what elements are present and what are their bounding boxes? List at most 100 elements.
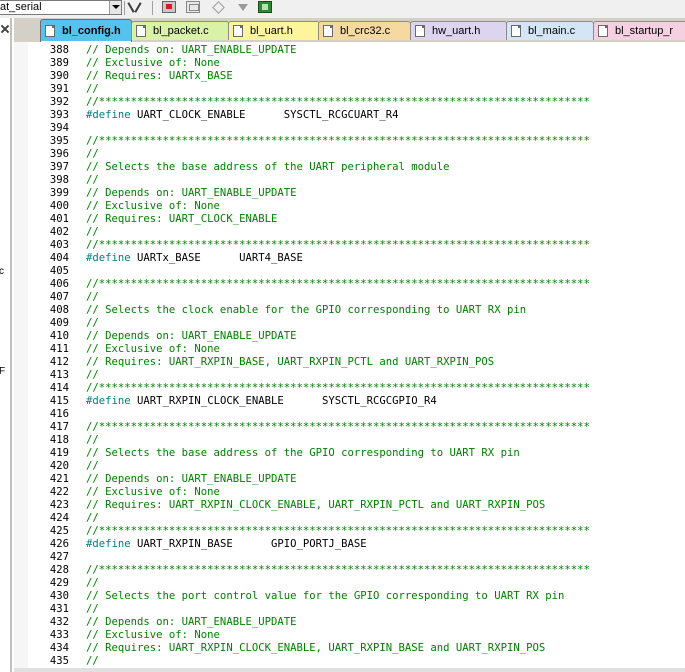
code-line[interactable]: 397 // Selects the base address of the UA… [14,161,685,174]
define-body: UART_RXPIN_CLOCK_ENABLE SYSCTL_RCGCGPIO_… [130,395,437,407]
tab-label: bl_crc32.c [340,25,391,37]
code-line[interactable]: 408 // Selects the clock enable for the G… [14,304,685,317]
line-number: 399 [49,187,69,199]
tab-bl-uart-h[interactable]: bl_uart.h [228,21,320,40]
tab-bl-main-c[interactable]: bl_main.c [506,21,594,40]
code-line[interactable]: 391 // [14,83,685,96]
tab-bl-crc32-c[interactable]: bl_crc32.c [318,21,411,40]
line-number: 400 [49,200,69,212]
code-line[interactable]: 395 //***********************************… [14,135,685,148]
code-line[interactable]: 423 // Requires: UART_RXPIN_CLOCK_ENABLE,… [14,499,685,512]
code-comment: // [86,317,99,329]
code-line[interactable]: 394 [14,122,685,135]
code-line[interactable]: 417 //***********************************… [14,421,685,434]
code-line[interactable]: 410 // Depends on: UART_ENABLE_UPDATE [14,330,685,343]
horizontal-scrollbar[interactable] [14,668,685,672]
code-line[interactable]: 403 //***********************************… [14,239,685,252]
code-line[interactable]: 420 // [14,460,685,473]
code-line[interactable]: 402 // [14,226,685,239]
code-line[interactable]: 421 // Depends on: UART_ENABLE_UPDATE [14,473,685,486]
line-number: 428 [49,564,69,576]
line-number: 395 [49,135,69,147]
code-line[interactable]: 411 // Exclusive of: None [14,343,685,356]
tab-bl-startup[interactable]: bl_startup_r [593,21,685,40]
code-editor[interactable]: 388 // Depends on: UART_ENABLE_UPDATE 389 /… [14,42,685,672]
code-line[interactable]: 400 // Exclusive of: None [14,200,685,213]
line-number: 405 [49,265,69,277]
tab-label: bl_uart.h [250,25,293,37]
chevron-down-icon[interactable] [109,1,121,14]
code-line[interactable]: 390 // Requires: UARTx_BASE [14,70,685,83]
code-line[interactable]: 392 //***********************************… [14,96,685,109]
code-comment: // Depends on: UART_ENABLE_UPDATE [86,44,297,56]
line-number: 434 [49,642,69,654]
code-line[interactable]: 388 // Depends on: UART_ENABLE_UPDATE [14,44,685,57]
file-icon [323,25,333,37]
code-line[interactable]: 415 #define UART_RXPIN_CLOCK_ENABLE SYSCT… [14,395,685,408]
code-line[interactable]: 404 #define UARTx_BASE UART4_BASE [14,252,685,265]
code-line[interactable]: 413 // [14,369,685,382]
code-line[interactable]: 424 // [14,512,685,525]
code-line[interactable]: 412 // Requires: UART_RXPIN_BASE, UART_RX… [14,356,685,369]
line-number: 407 [49,291,69,303]
code-line[interactable]: 398 // [14,174,685,187]
code-define: #define UART_CLOCK_ENABLE SYSCTL_RCGCUAR… [86,109,399,122]
code-line[interactable]: 432 // Depends on: UART_ENABLE_UPDATE [14,616,685,629]
code-line[interactable]: 426 #define UART_RXPIN_BASE GPIO_PORTJ_BA… [14,538,685,551]
line-number: 391 [49,83,69,95]
arrow-down-icon[interactable] [236,1,250,13]
code-line[interactable]: 405 [14,265,685,278]
line-number: 413 [49,369,69,381]
code-lines: 388 // Depends on: UART_ENABLE_UPDATE 389 /… [14,42,685,668]
code-line[interactable]: 414 //***********************************… [14,382,685,395]
code-comment: //**************************************… [86,564,590,576]
code-line[interactable]: 389 // Exclusive of: None [14,57,685,70]
code-line[interactable]: 407 // [14,291,685,304]
define-body: UARTx_BASE UART4_BASE [130,252,303,264]
tab-bl-packet-c[interactable]: bl_packet.c [131,21,229,40]
code-line[interactable]: 428 //***********************************… [14,564,685,577]
code-line[interactable]: 422 // Exclusive of: None [14,486,685,499]
code-comment: // Selects the base address of the UART … [86,161,450,173]
code-line[interactable]: 434 // Requires: UART_RXPIN_CLOCK_ENABLE,… [14,642,685,655]
tab-hw-uart-h[interactable]: hw_uart.h [410,21,507,40]
code-line[interactable]: 435 // [14,655,685,668]
code-comment: // Exclusive of: None [86,343,220,355]
tab-bl-config-h[interactable]: bl_config.h [40,19,132,42]
code-line[interactable]: 399 // Depends on: UART_ENABLE_UPDATE [14,187,685,200]
file-icon [415,25,425,37]
diamond-icon[interactable] [211,1,225,13]
load-icon[interactable] [162,1,176,13]
code-comment: //**************************************… [86,382,590,394]
code-line[interactable]: 419 // Selects the base address of the GP… [14,447,685,460]
code-line[interactable]: 416 [14,408,685,421]
line-number: 402 [49,226,69,238]
code-line[interactable]: 429 // [14,577,685,590]
line-number: 422 [49,486,69,498]
code-line[interactable]: 433 // Exclusive of: None [14,629,685,642]
code-line[interactable]: 431 // [14,603,685,616]
line-number: 431 [49,603,69,615]
code-line[interactable]: 406 //***********************************… [14,278,685,291]
code-line[interactable]: 396 // [14,148,685,161]
code-line[interactable]: 418 // [14,434,685,447]
code-line[interactable]: 425 //***********************************… [14,525,685,538]
window-icon[interactable] [186,1,200,13]
code-line[interactable]: 393 #define UART_CLOCK_ENABLE SYSCTL_RCGC… [14,109,685,122]
line-number: 426 [49,538,69,550]
target-select[interactable]: at_serial [0,0,122,15]
code-comment: // Requires: UARTx_BASE [86,70,233,82]
code-line[interactable]: 401 // Requires: UART_CLOCK_ENABLE [14,213,685,226]
code-comment: // Exclusive of: None [86,629,220,641]
code-line[interactable]: 427 [14,551,685,564]
code-comment: // [86,148,99,160]
code-line[interactable]: 430 // Selects the port control value for… [14,590,685,603]
close-icon[interactable] [0,24,10,34]
code-comment: // Exclusive of: None [86,200,220,212]
code-comment: //**************************************… [86,421,590,433]
toolbar: at_serial [0,0,685,18]
line-number: 423 [49,499,69,511]
chip-icon[interactable] [258,1,272,13]
code-line[interactable]: 409 // [14,317,685,330]
tools-icon[interactable] [128,1,142,13]
